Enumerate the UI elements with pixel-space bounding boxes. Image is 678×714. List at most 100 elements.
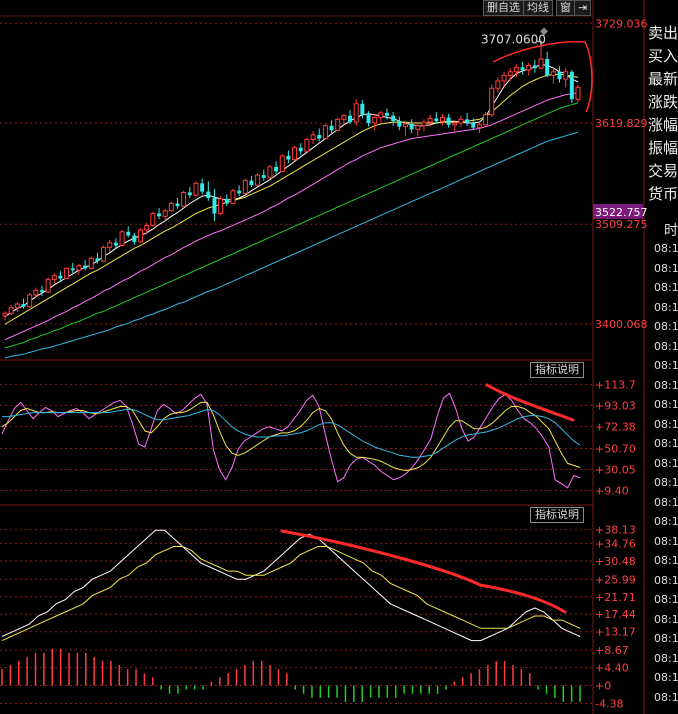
- candle-body: [304, 138, 310, 152]
- candle-body: [33, 289, 39, 296]
- candle-body: [279, 155, 285, 172]
- chart-stage: 3729.036 3619.829 3509.275 3400.068 3707.060…: [0, 0, 678, 714]
- exit-panel-icon[interactable]: ⇥: [574, 0, 592, 16]
- indicator-help-button-1[interactable]: 指标说明: [530, 362, 584, 378]
- candle-body: [157, 213, 162, 217]
- candle-body: [452, 122, 458, 126]
- time-cell: 08:1: [654, 437, 678, 450]
- time-cell: 08:1: [654, 281, 678, 294]
- candle-body: [267, 166, 273, 179]
- candle-body: [292, 147, 298, 161]
- candle-body: [489, 87, 495, 116]
- candle-body: [107, 242, 113, 248]
- time-cell: 08:1: [654, 476, 678, 489]
- osc-trend-annotation: [485, 383, 575, 422]
- candle-body: [206, 191, 211, 198]
- candle-body: [162, 210, 168, 217]
- candle-body: [168, 202, 174, 212]
- candle-body: [187, 192, 192, 196]
- osc-tick-label: +113.7: [595, 378, 636, 391]
- candle-body: [242, 180, 248, 194]
- candle-body: [563, 71, 569, 80]
- osc-tick-label: +30.05: [595, 463, 636, 476]
- window-button[interactable]: 窗: [556, 0, 575, 16]
- time-cell: 08:1: [654, 593, 678, 606]
- time-cell: 08:1: [654, 690, 678, 704]
- quote-label: 交易: [648, 162, 678, 180]
- osc-tick-label: +50.70: [595, 442, 636, 455]
- quote-label: 卖出: [648, 24, 678, 42]
- macd-tick-label: +13.17: [595, 626, 636, 639]
- candle-body: [51, 275, 57, 280]
- quote-label: 涨幅: [648, 116, 678, 134]
- candle-body: [434, 118, 439, 122]
- quote-label: 货币: [648, 185, 678, 203]
- candle-body: [2, 312, 8, 317]
- macd-tick-label: +34.76: [595, 537, 636, 550]
- time-cell: 08:1: [654, 534, 678, 548]
- candle-body: [200, 183, 205, 192]
- macd-tick-label: -4.38: [595, 697, 623, 710]
- candle-body: [224, 198, 229, 204]
- candle-body: [144, 224, 150, 231]
- candle-body: [126, 231, 131, 236]
- price-tick-label: 3400.068: [595, 318, 648, 331]
- quote-label: 买入: [648, 47, 678, 65]
- candle-body: [557, 71, 562, 80]
- candle-body: [465, 119, 470, 123]
- candle-body: [237, 190, 242, 194]
- time-cell: 08:1: [654, 417, 678, 431]
- candle-body: [138, 229, 144, 243]
- candle-body: [218, 198, 224, 215]
- candle-body: [575, 86, 581, 100]
- candle-body: [132, 235, 137, 242]
- time-cell: 08:1: [654, 612, 678, 626]
- quote-label: 振幅: [648, 139, 678, 157]
- indicator-help-button-2[interactable]: 指标说明: [530, 507, 584, 523]
- candle-body: [446, 117, 451, 125]
- osc-tick-label: +93.03: [595, 399, 636, 412]
- candle-body: [532, 65, 537, 69]
- candle-body: [181, 191, 187, 207]
- candle-body: [335, 118, 341, 131]
- macd-tick-label: +4.40: [595, 662, 629, 675]
- candle-body: [501, 74, 507, 82]
- osc-tick-label: +72.38: [595, 420, 636, 433]
- quote-label: 涨跌: [648, 93, 678, 111]
- candle-body: [83, 265, 88, 269]
- candle-body: [150, 213, 156, 226]
- candle-body: [476, 124, 482, 129]
- candle-body: [212, 197, 217, 214]
- candle-body: [193, 182, 199, 196]
- time-cell: 08:1: [654, 554, 678, 567]
- candle-body: [402, 123, 408, 128]
- candle-body: [360, 103, 365, 115]
- moving-average-button[interactable]: 均线: [523, 0, 553, 16]
- price-tick-label: 3509.275: [595, 218, 648, 231]
- candle-body: [483, 114, 489, 126]
- chart-canvas: 3729.036 3619.829 3509.275 3400.068 3707.060…: [0, 0, 648, 714]
- candle-body: [526, 64, 532, 71]
- candle-body: [458, 118, 464, 124]
- candle-body: [507, 71, 513, 76]
- candle-body: [261, 175, 266, 178]
- time-cell: 08:1: [654, 320, 678, 333]
- candle-body: [538, 58, 544, 69]
- time-cell: 08:1: [654, 495, 678, 509]
- macd-tick-label: +38.13: [595, 524, 636, 537]
- macd-line-0: [1, 529, 581, 642]
- candle-body: [310, 134, 316, 140]
- macd-tick-label: +8.67: [595, 644, 629, 657]
- time-cell: 08:1: [654, 632, 678, 645]
- candle-body: [385, 112, 389, 116]
- candle-body: [45, 278, 51, 293]
- time-cell: 08:1: [654, 339, 678, 353]
- price-tick-label: 3619.829: [595, 117, 648, 130]
- candle-body: [101, 246, 107, 262]
- remove-watchlist-button[interactable]: 删自选: [483, 0, 524, 16]
- candle-body: [274, 166, 279, 172]
- macd-tick-label: +30.48: [595, 555, 636, 568]
- candle-body: [58, 275, 63, 279]
- candle-body: [175, 203, 180, 207]
- time-cell: 08:1: [654, 261, 678, 275]
